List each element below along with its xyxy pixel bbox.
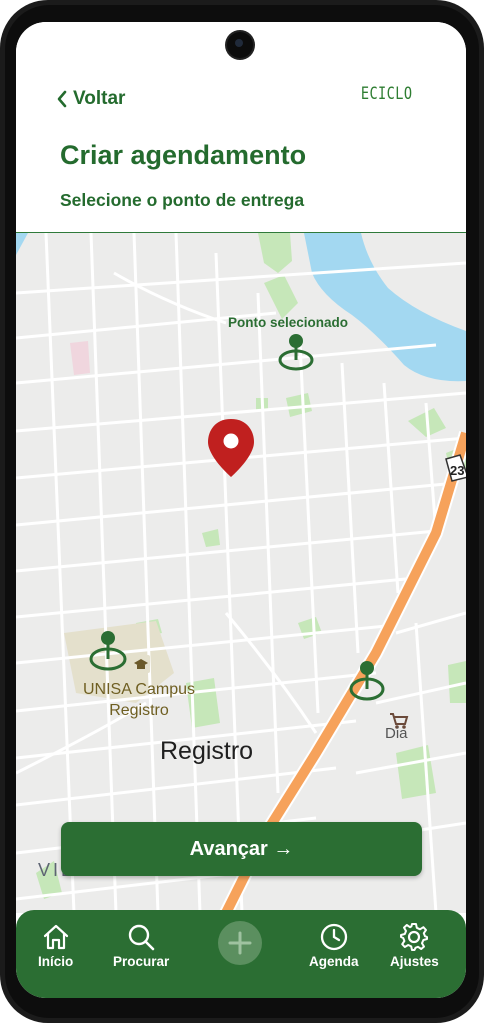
nav-label-inicio: Início [38, 954, 74, 969]
road-shield-number: 23 [450, 463, 464, 478]
gear-icon [400, 923, 429, 951]
add-button[interactable] [218, 921, 262, 965]
campus-label-line1: UNISA Campus [82, 681, 196, 698]
graduation-cap-icon [132, 655, 150, 673]
clock-icon [320, 923, 347, 951]
back-button[interactable]: Voltar [56, 88, 125, 110]
nav-label-agenda: Agenda [309, 954, 359, 969]
brand-logo: ECICLO [360, 84, 412, 104]
nav-item-inicio[interactable]: Início [38, 922, 73, 969]
nav-item-procurar[interactable]: Procurar [113, 922, 169, 969]
river [304, 233, 466, 382]
nav-item-agenda[interactable]: Agenda [309, 922, 359, 969]
selected-point-label: Ponto selecionado [228, 315, 349, 330]
front-camera [227, 32, 253, 58]
page-subtitle: Selecione o ponto de entrega [60, 190, 305, 210]
selected-point-marker[interactable] [278, 334, 314, 371]
nav-label-ajustes: Ajustes [390, 954, 439, 969]
phone-frame: Voltar ECICLO Criar agendamento Selecion… [0, 0, 484, 1023]
hospital-area [70, 341, 90, 375]
back-label: Voltar [73, 88, 126, 109]
map-canvas: 23 [16, 233, 466, 913]
nav-item-ajustes[interactable]: Ajustes [390, 922, 439, 969]
plus-icon [228, 931, 252, 955]
city-label: Registro [160, 737, 254, 765]
campus-label: UNISA Campus Registro [78, 679, 200, 721]
search-icon [128, 924, 155, 951]
bottom-nav: Início Procurar Agenda Ajustes [16, 910, 466, 998]
campus-label-line2: Registro [109, 702, 169, 719]
chevron-left-icon [57, 90, 67, 108]
current-location-pin-icon [208, 419, 254, 477]
nav-label-procurar: Procurar [113, 954, 170, 969]
map-view[interactable]: 23 Ponto selecionado UNISA Campus Regist… [16, 233, 466, 913]
river-corner [16, 233, 28, 255]
store-label: Dia [385, 725, 408, 742]
home-icon [43, 924, 68, 950]
screen: Voltar ECICLO Criar agendamento Selecion… [16, 22, 466, 998]
page-title: Criar agendamento [60, 140, 307, 170]
advance-button[interactable]: Avançar → [61, 822, 422, 876]
